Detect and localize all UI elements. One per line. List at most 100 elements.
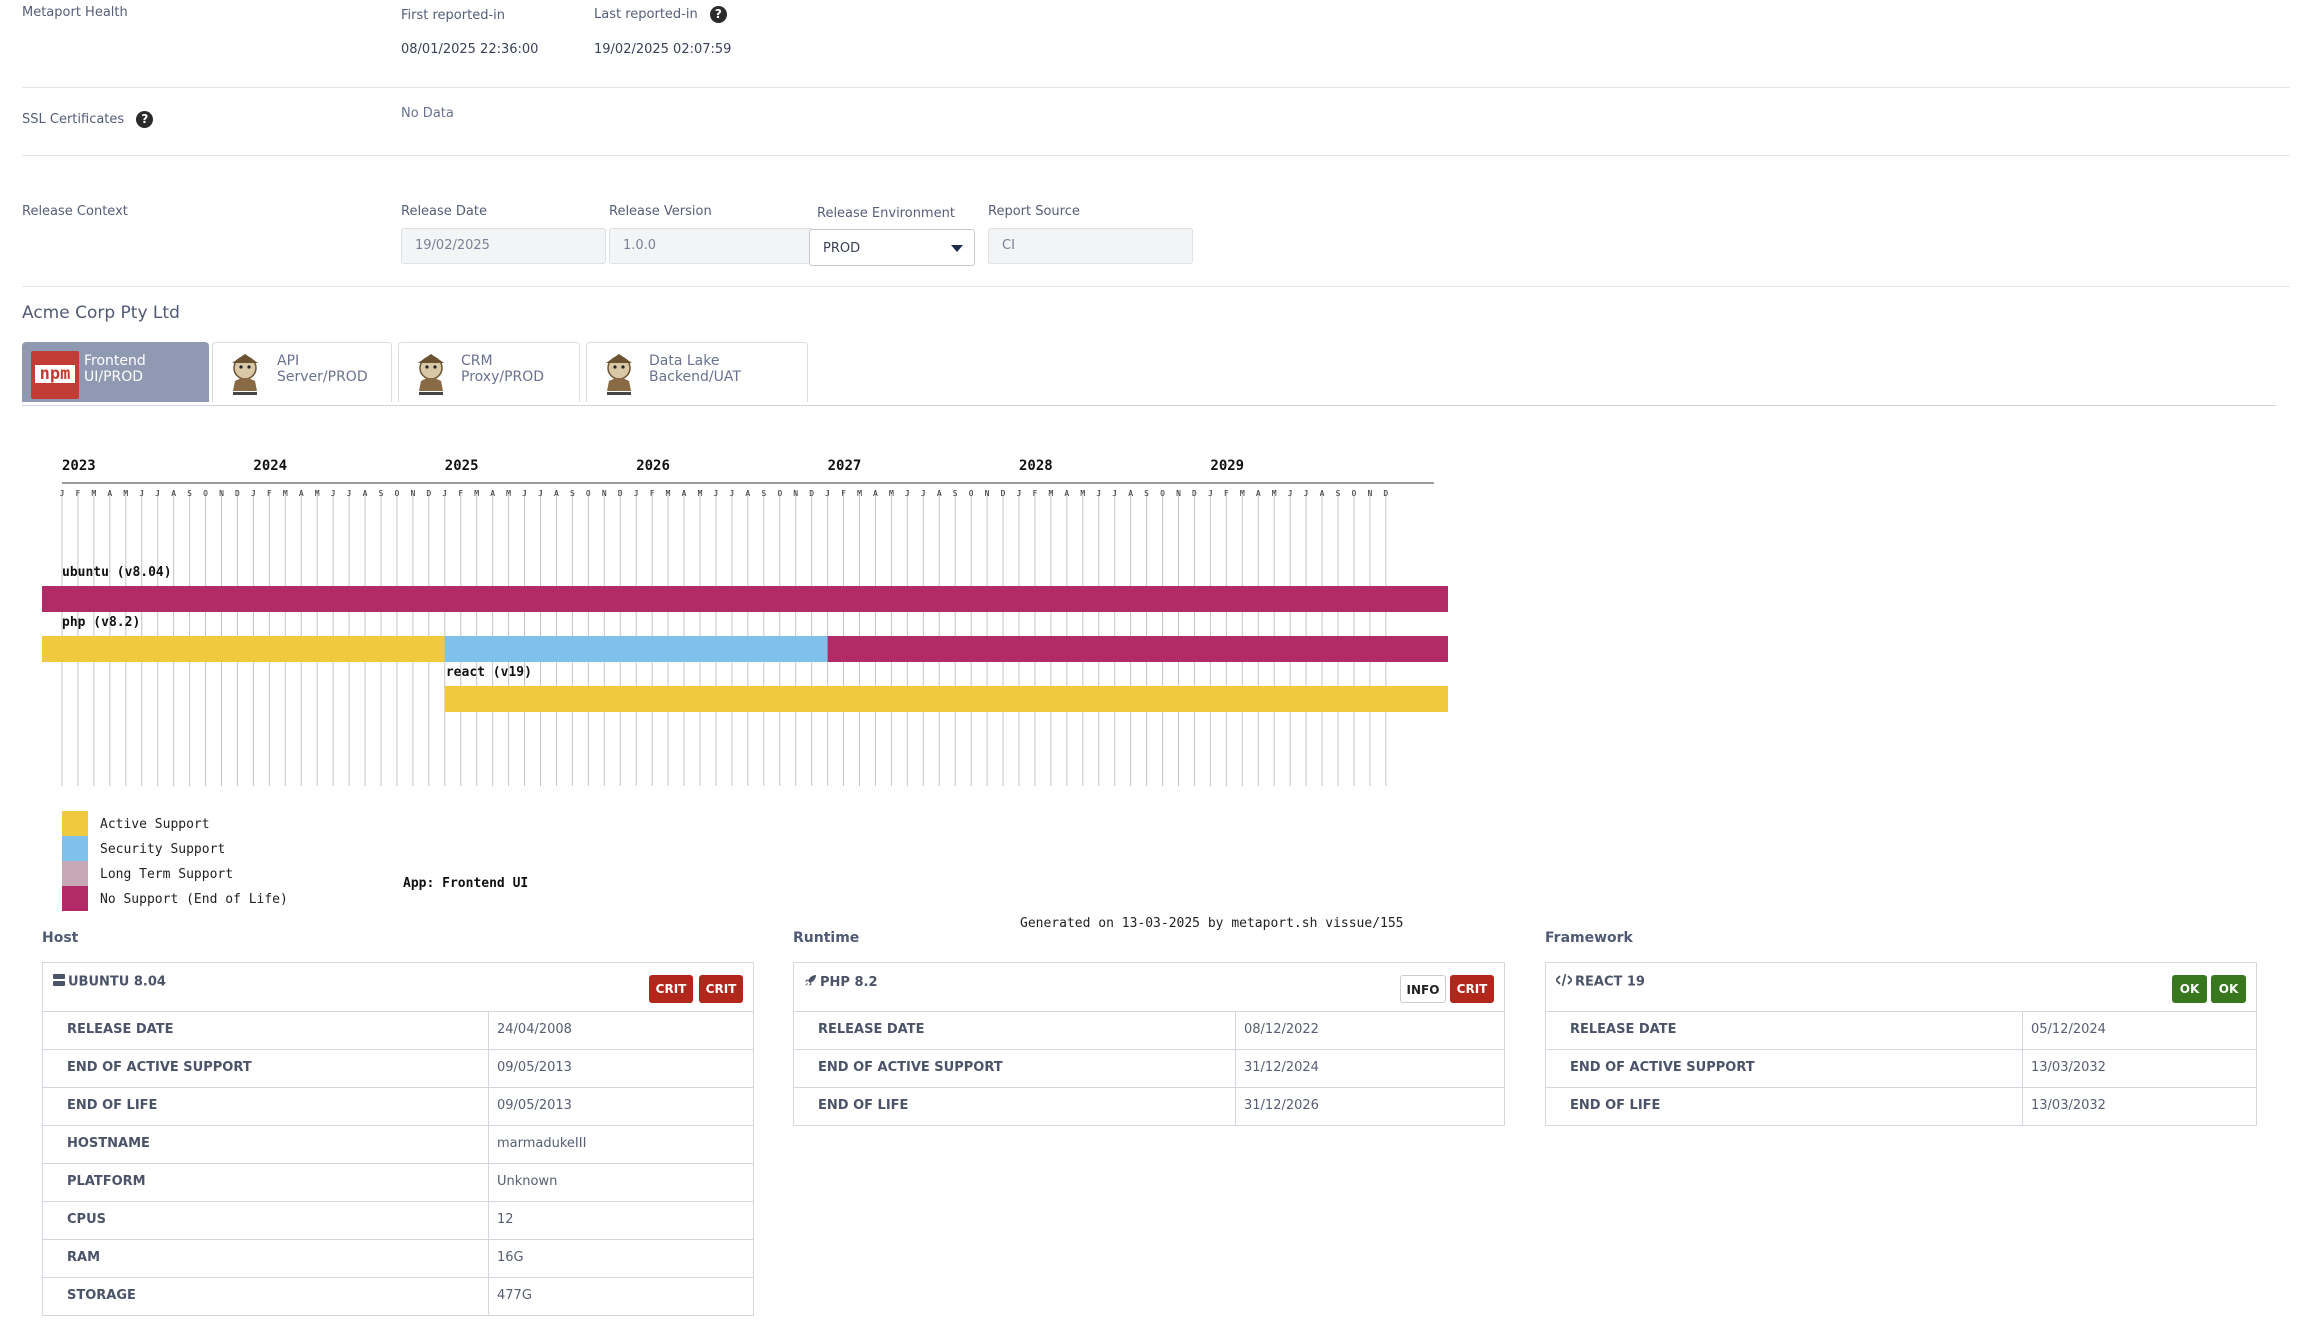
row-value: 09/05/2013 — [497, 1098, 572, 1113]
card-header: UBUNTU 8.04 CRIT CRIT — [43, 963, 753, 1012]
month-tick-label: N — [985, 489, 990, 498]
month-tick-label: O — [1160, 489, 1165, 498]
tab-frontend-ui[interactable]: npm Frontend UI/PROD — [22, 342, 209, 402]
month-tick-label: J — [155, 489, 160, 498]
tab-crm-proxy[interactable]: CRM Proxy/PROD — [398, 342, 580, 402]
last-reported-label-row: Last reported-in ? — [594, 6, 727, 23]
month-tick-label: A — [554, 489, 559, 498]
runtime-section-label: Runtime — [793, 930, 860, 946]
legend-label: Long Term Support — [100, 867, 233, 882]
month-tick-label: J — [60, 489, 65, 498]
month-tick-label: N — [1367, 489, 1372, 498]
card-title-row: REACT 19 — [1554, 973, 1645, 990]
month-tick-label: N — [602, 489, 607, 498]
year-label: 2028 — [1019, 458, 1053, 474]
report-source-input[interactable]: CI — [988, 228, 1193, 264]
month-tick-label: A — [745, 489, 750, 498]
row-value: 12 — [497, 1212, 514, 1227]
legend-swatch — [62, 886, 88, 911]
table-row: RELEASE DATE 05/12/2024 — [1546, 1012, 2256, 1050]
month-tick-label: A — [299, 489, 304, 498]
first-reported-label: First reported-in — [401, 8, 505, 23]
help-icon[interactable]: ? — [709, 6, 727, 23]
ok-badge[interactable]: OK — [2211, 975, 2246, 1003]
month-tick-label: J — [921, 489, 926, 498]
month-tick-label: O — [395, 489, 400, 498]
organization-name: Acme Corp Pty Ltd — [22, 303, 180, 323]
tab-label: API Server/PROD — [277, 353, 368, 385]
ssl-label: SSL Certificates — [22, 112, 125, 127]
row-key: END OF LIFE — [1546, 1088, 2023, 1125]
ok-badge[interactable]: OK — [2172, 975, 2207, 1003]
release-date-input[interactable]: 19/02/2025 — [401, 228, 606, 264]
composer-icon — [418, 354, 444, 395]
month-tick-label: D — [809, 489, 814, 498]
timeline-bar-segment — [444, 686, 1448, 712]
divider — [22, 87, 2290, 88]
tab-data-lake-backend[interactable]: Data Lake Backend/UAT — [586, 342, 808, 402]
month-tick-label: M — [1240, 489, 1245, 498]
caret-down-icon — [951, 245, 963, 252]
tab-label: CRM Proxy/PROD — [461, 353, 545, 385]
tab-label: Frontend UI/PROD — [84, 353, 146, 385]
row-value: 13/03/2032 — [2031, 1060, 2106, 1075]
month-tick-label: A — [1320, 489, 1325, 498]
row-key: END OF ACTIVE SUPPORT — [43, 1050, 489, 1087]
month-tick-label: M — [474, 489, 479, 498]
server-icon — [53, 974, 65, 990]
table-row: HOSTNAME marmadukeIII — [43, 1126, 753, 1164]
month-tick-label: J — [825, 489, 830, 498]
month-tick-label: J — [1112, 489, 1117, 498]
month-tick-label: D — [235, 489, 240, 498]
month-tick-label: A — [873, 489, 878, 498]
legend-label: Security Support — [100, 842, 225, 857]
month-tick-label: J — [442, 489, 447, 498]
release-environment-select[interactable]: PROD — [809, 229, 975, 266]
table-row: END OF ACTIVE SUPPORT 09/05/2013 — [43, 1050, 753, 1088]
month-tick-label: J — [1208, 489, 1213, 498]
month-tick-label: M — [698, 489, 703, 498]
crit-badge[interactable]: CRIT — [649, 975, 693, 1003]
month-tick-label: M — [1080, 489, 1085, 498]
month-tick-label: A — [682, 489, 687, 498]
host-section-label: Host — [42, 930, 79, 946]
info-badge[interactable]: INFO — [1400, 975, 1446, 1003]
tab-api-server[interactable]: API Server/PROD — [212, 342, 392, 402]
help-icon[interactable]: ? — [136, 111, 154, 128]
month-tick-label: D — [1192, 489, 1197, 498]
release-version-input[interactable]: 1.0.0 — [609, 228, 814, 264]
month-tick-label: O — [969, 489, 974, 498]
month-tick-label: N — [1176, 489, 1181, 498]
row-key: CPUS — [43, 1202, 489, 1239]
timeline-bar-segment — [42, 636, 445, 662]
first-reported-value: 08/01/2025 22:36:00 — [401, 42, 539, 57]
app-label: App: Frontend UI — [403, 876, 528, 891]
month-tick-label: A — [1064, 489, 1069, 498]
row-key: RELEASE DATE — [43, 1012, 489, 1049]
framework-title: REACT 19 — [1575, 974, 1645, 990]
month-tick-label: J — [714, 489, 719, 498]
month-tick-label: J — [1304, 489, 1309, 498]
month-tick-label: M — [1048, 489, 1053, 498]
crit-badge[interactable]: CRIT — [1450, 975, 1494, 1003]
month-tick-label: M — [1272, 489, 1277, 498]
metaport-health-label: Metaport Health — [22, 5, 128, 20]
year-label: 2024 — [253, 458, 287, 474]
crit-badge[interactable]: CRIT — [699, 975, 743, 1003]
rocket-icon — [804, 974, 817, 991]
timeline-bar-segment — [444, 636, 828, 662]
row-key: END OF ACTIVE SUPPORT — [1546, 1050, 2023, 1087]
row-key: HOSTNAME — [43, 1126, 489, 1163]
last-reported-label: Last reported-in — [594, 7, 698, 22]
month-tick-label: F — [841, 489, 846, 498]
month-tick-label: J — [634, 489, 639, 498]
composer-icon — [232, 354, 258, 395]
year-label: 2025 — [445, 458, 479, 474]
month-tick-label: S — [570, 489, 575, 498]
table-row: CPUS 12 — [43, 1202, 753, 1240]
month-tick-label: J — [1096, 489, 1101, 498]
month-tick-label: J — [1288, 489, 1293, 498]
bar-label: react (v19) — [446, 665, 532, 680]
month-tick-label: O — [203, 489, 208, 498]
table-row: RELEASE DATE 24/04/2008 — [43, 1012, 753, 1050]
